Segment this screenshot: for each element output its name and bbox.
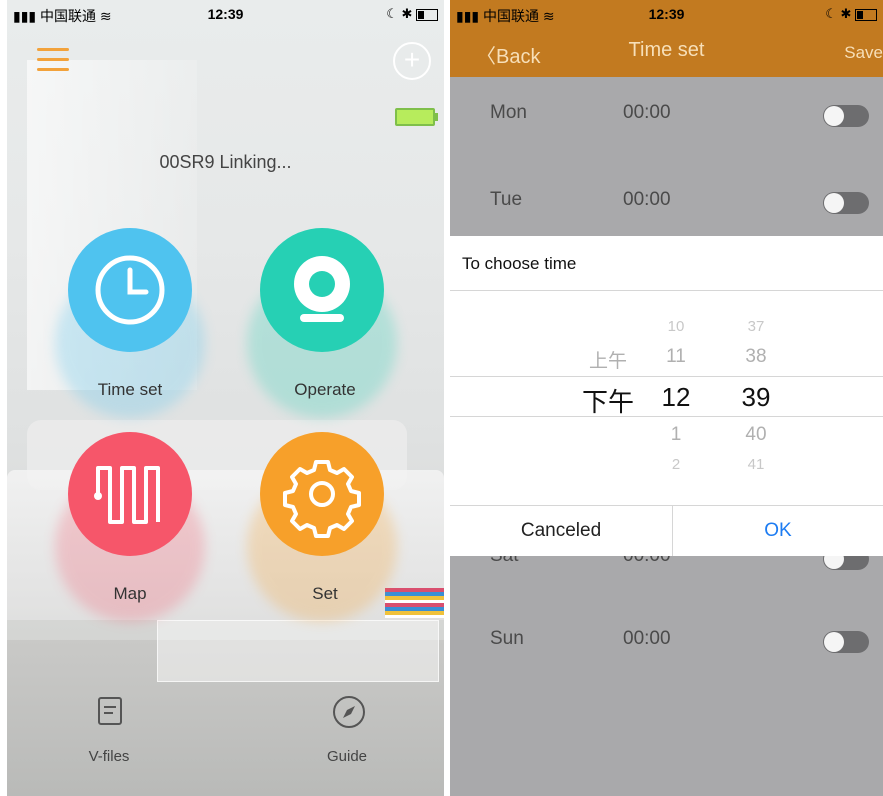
time-set-button[interactable] [68,228,192,352]
document-icon [98,697,122,725]
hour-option[interactable]: 11 [646,346,706,368]
bluetooth-icon: ✱ [401,6,413,21]
settings-button[interactable] [260,432,384,556]
moon-icon: ☾ [386,6,398,21]
day-label: Sun [490,628,524,649]
minute-option[interactable]: 40 [726,424,786,446]
compass-icon [333,696,365,728]
minute-option[interactable]: 41 [726,456,786,473]
ampm-option[interactable]: 上午 [568,346,648,373]
add-device-button[interactable]: + [393,42,431,80]
hour-option[interactable]: 10 [646,318,706,335]
phone-battery-icon [855,8,877,21]
v-files-button[interactable] [95,694,125,733]
day-time[interactable]: 00:00 [623,189,671,211]
device-battery-icon [395,108,438,126]
status-time: 12:39 [207,6,244,22]
minute-option[interactable]: 37 [726,318,786,335]
map-path-icon [94,466,160,524]
schedule-row-mon: Mon 00:00 [450,84,883,144]
guide-button[interactable] [331,694,367,735]
hour-selected[interactable]: 12 [646,382,706,413]
map-label: Map [113,584,147,603]
minute-option[interactable]: 38 [726,346,786,368]
schedule-row-tue: Tue 00:00 [450,171,883,231]
menu-button[interactable] [37,48,69,74]
save-button[interactable]: Save [844,43,883,63]
day-toggle[interactable] [823,105,869,127]
page-title: Time set [628,39,705,61]
gear-icon [283,460,361,538]
ampm-selected[interactable]: 下午 [568,382,648,419]
operate-label: Operate [294,380,356,399]
status-bar: ▮▮▮ 中国联通 ≋ 12:39 ☾ ✱ [450,0,883,28]
dialog-title: To choose time [462,254,577,273]
guide-label: Guide [326,748,368,765]
operate-button[interactable] [260,228,384,352]
picker-selection-bottom [450,416,883,417]
hour-option[interactable]: 2 [646,456,706,473]
day-label: Mon [490,102,527,123]
cancel-button[interactable]: Canceled [450,506,672,556]
time-set-screen: ▮▮▮ 中国联通 ≋ 12:39 ☾ ✱ 〈Back Time set Save… [450,0,883,796]
status-bar: ▮▮▮ 中国联通 ≋ 12:39 ☾ ✱ [7,0,444,28]
time-set-label: Time set [97,380,163,399]
phone-battery-icon [416,8,438,21]
minute-selected[interactable]: 39 [726,382,786,413]
status-time: 12:39 [648,6,685,22]
camera-icon [294,256,350,322]
bluetooth-icon: ✱ [840,6,852,21]
clock-icon [95,255,165,325]
day-toggle[interactable] [823,631,869,653]
day-toggle[interactable] [823,192,869,214]
map-button[interactable] [68,432,192,556]
set-label: Set [312,584,338,603]
background-table [157,620,439,682]
day-label: Tue [490,189,523,210]
nav-bar: ▮▮▮ 中国联通 ≋ 12:39 ☾ ✱ 〈Back Time set Save [450,0,883,77]
home-screen: ▮▮▮ 中国联通 ≋ 12:39 ☾ ✱ + 00SR9 Linking... … [7,0,444,796]
moon-icon: ☾ [825,6,837,21]
day-time[interactable]: 00:00 [623,628,671,650]
time-picker-dialog: To choose time 上午 下午 10 11 12 1 2 37 38 … [450,236,883,556]
v-files-label: V-files [88,748,130,765]
hour-option[interactable]: 1 [646,424,706,446]
schedule-row-sun: Sun 00:00 [450,610,883,670]
day-time[interactable]: 00:00 [623,102,671,124]
ok-button[interactable]: OK [673,506,883,556]
device-status: 00SR9 Linking... [159,152,292,172]
picker-selection-top [450,376,883,377]
